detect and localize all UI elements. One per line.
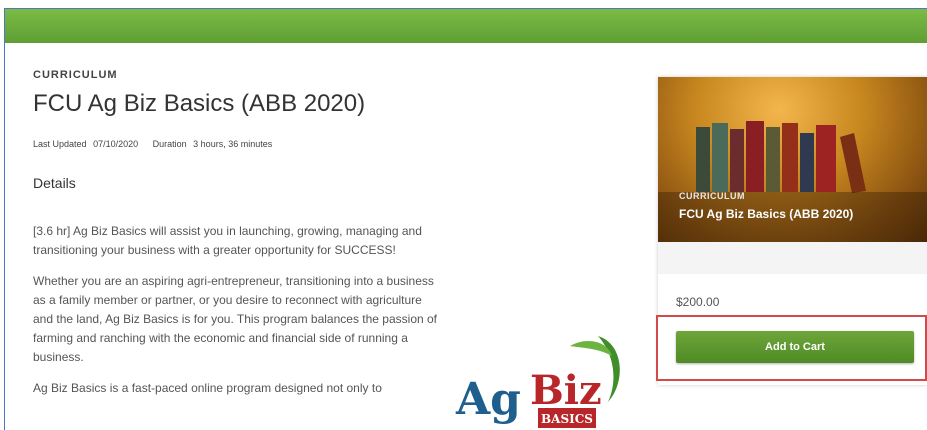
- duration-value: 3 hours, 36 minutes: [193, 139, 273, 149]
- description-paragraph-2: Whether you are an aspiring agri-entrepr…: [33, 274, 438, 364]
- course-meta: Last Updated 07/10/2020 Duration 3 hours…: [33, 139, 284, 149]
- card-image: CURRICULUM FCU Ag Biz Basics (ABB 2020): [658, 77, 927, 242]
- description-paragraph-1: [3.6 hr] Ag Biz Basics will assist you i…: [33, 224, 422, 257]
- header-banner: [5, 9, 927, 43]
- duration-label: Duration: [152, 139, 187, 149]
- card-divider-band: [658, 242, 927, 274]
- agbiz-basics-logo: Ag Biz BASICS: [455, 336, 620, 428]
- card-title: FCU Ag Biz Basics (ABB 2020): [679, 207, 854, 221]
- logo-text-biz: Biz: [530, 367, 602, 414]
- last-updated-label: Last Updated: [33, 139, 87, 149]
- description-paragraph-3: Ag Biz Basics is a fast-paced online pro…: [33, 381, 382, 395]
- page-title: FCU Ag Biz Basics (ABB 2020): [33, 90, 366, 117]
- details-heading: Details: [33, 175, 76, 191]
- top-strip: [0, 0, 927, 8]
- last-updated-value: 07/10/2020: [93, 139, 139, 149]
- description: [3.6 hr] Ag Biz Basics will assist you i…: [33, 222, 443, 410]
- price: $200.00: [676, 295, 720, 309]
- logo-text-ag: Ag: [455, 374, 521, 425]
- logo-text-basics: BASICS: [541, 412, 593, 426]
- content-type-label: CURRICULUM: [33, 69, 118, 81]
- highlight-box: [656, 315, 927, 381]
- card-type-label: CURRICULUM: [679, 191, 745, 201]
